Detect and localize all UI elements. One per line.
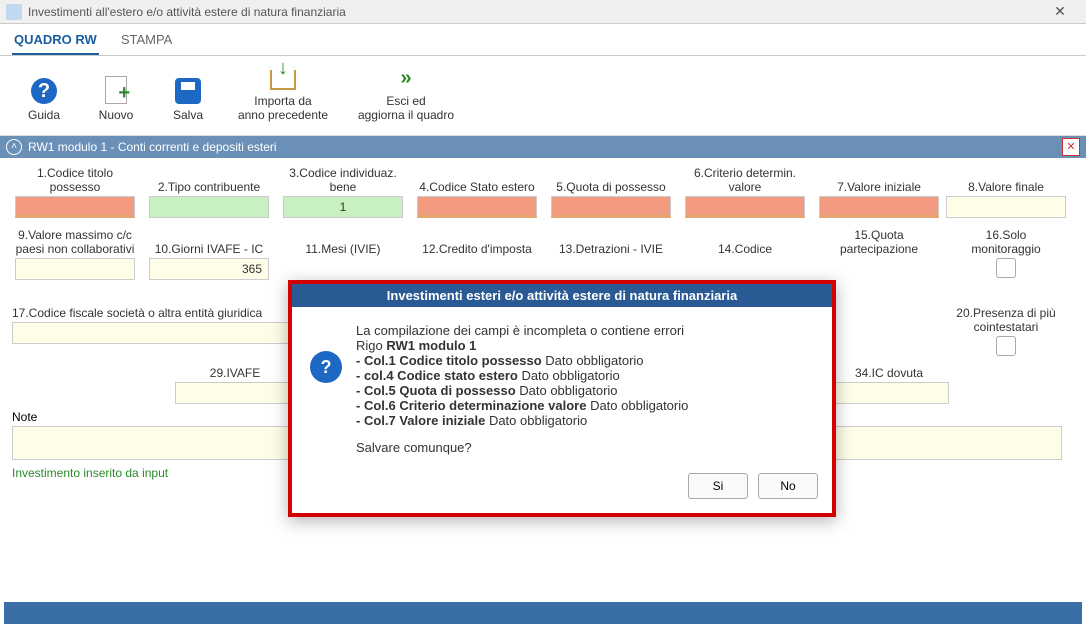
lbl-c12: 12.Credito d'imposta [422,226,532,256]
dlg-line1: La compilazione dei campi è incompleta o… [356,323,688,338]
input-c8[interactable] [946,196,1066,218]
guida-button[interactable]: ? Guida [12,62,76,127]
lbl-c29: 29.IVAFE [210,364,260,380]
dialog-no-button[interactable]: No [758,473,818,499]
salva-label: Salva [173,108,203,122]
input-c6[interactable] [685,196,805,218]
input-c1[interactable] [15,196,135,218]
window-close-button[interactable]: ✕ [1040,3,1080,20]
input-c29[interactable] [175,382,295,404]
lbl-c15: 15.Quota partecipazione [816,226,942,256]
window-titlebar: Investimenti all'estero e/o attività est… [0,0,1086,24]
collapse-toggle[interactable]: ˄ [6,139,22,155]
exit-icon: » [400,66,411,90]
dialog-message: La compilazione dei campi è incompleta o… [356,323,688,455]
tab-quadro-rw[interactable]: QUADRO RW [12,28,99,55]
ribbon: ? Guida Nuovo Salva Importa da anno prec… [0,56,1086,136]
esci-label: Esci ed aggiorna il quadro [358,94,454,123]
lbl-c14: 14.Codice [718,226,772,256]
delete-row-button[interactable]: ✕ [1062,138,1080,156]
lbl-c34: 34.IC dovuta [855,364,923,380]
lbl-c2: 2.Tipo contribuente [158,164,260,194]
lbl-c1: 1.Codice titolo possesso [12,164,138,194]
lbl-c5: 5.Quota di possesso [556,164,665,194]
ribbon-tabs: QUADRO RW STAMPA [0,24,1086,56]
footer-bar [4,602,1082,624]
form-row-1: 1.Codice titolo possesso 2.Tipo contribu… [0,158,1086,220]
lbl-c13: 13.Detrazioni - IVIE [559,226,663,256]
new-document-icon [105,76,127,104]
help-icon: ? [31,78,57,104]
dlg-err3: - Col.5 Quota di possesso Dato obbligato… [356,383,688,398]
section-header: ˄ RW1 modulo 1 - Conti correnti e deposi… [0,136,1086,158]
input-c2[interactable] [149,196,269,218]
lbl-c6: 6.Criterio determin. valore [682,164,808,194]
lbl-c9: 9.Valore massimo c/c paesi non collabora… [12,226,138,256]
lbl-c10: 10.Giorni IVAFE - IC [155,226,263,256]
importa-button[interactable]: Importa da anno precedente [228,62,338,127]
nuovo-button[interactable]: Nuovo [84,62,148,127]
input-c7[interactable] [819,196,939,218]
lbl-c4: 4.Codice Stato estero [419,164,534,194]
esci-button[interactable]: » Esci ed aggiorna il quadro [346,62,466,127]
window-title: Investimenti all'estero e/o attività est… [28,5,1040,19]
checkbox-c16[interactable] [996,258,1016,278]
salva-button[interactable]: Salva [156,62,220,127]
dialog-title: Investimenti esteri e/o attività estere … [292,284,832,307]
import-icon [270,70,296,90]
lbl-c11: 11.Mesi (IVIE) [305,226,380,256]
app-icon [6,4,22,20]
lbl-c8: 8.Valore finale [968,164,1044,194]
section-title: RW1 modulo 1 - Conti correnti e depositi… [28,140,277,154]
validation-dialog: Investimenti esteri e/o attività estere … [288,280,836,517]
tab-stampa[interactable]: STAMPA [119,28,175,55]
input-c4[interactable] [417,196,537,218]
lbl-c16: 16.Solo monitoraggio [950,226,1062,256]
checkbox-c20[interactable] [996,336,1016,356]
dialog-yes-button[interactable]: Si [688,473,748,499]
guida-label: Guida [28,108,60,122]
lbl-c3: 3.Codice individuaz. bene [280,164,406,194]
lbl-c17: 17.Codice fiscale società o altra entità… [12,304,262,320]
lbl-c7: 7.Valore iniziale [837,164,921,194]
input-c3[interactable]: 1 [283,196,403,218]
dlg-err2: - col.4 Codice stato estero Dato obbliga… [356,368,688,383]
dlg-err4: - Col.6 Criterio determinazione valore D… [356,398,688,413]
question-icon: ? [310,351,342,383]
dlg-err1: - Col.1 Codice titolo possesso Dato obbl… [356,353,688,368]
input-c5[interactable] [551,196,671,218]
dlg-prompt: Salvare comunque? [356,440,688,455]
save-icon [175,78,201,104]
input-c34[interactable] [829,382,949,404]
nuovo-label: Nuovo [99,108,134,122]
input-c9[interactable] [15,258,135,280]
dlg-line2: Rigo RW1 modulo 1 [356,338,688,353]
input-c10[interactable]: 365 [149,258,269,280]
importa-label: Importa da anno precedente [238,94,328,123]
lbl-c20: 20.Presenza di più cointestatari [950,304,1062,334]
form-row-2: 9.Valore massimo c/c paesi non collabora… [0,220,1086,282]
dlg-err5: - Col.7 Valore iniziale Dato obbligatori… [356,413,688,428]
